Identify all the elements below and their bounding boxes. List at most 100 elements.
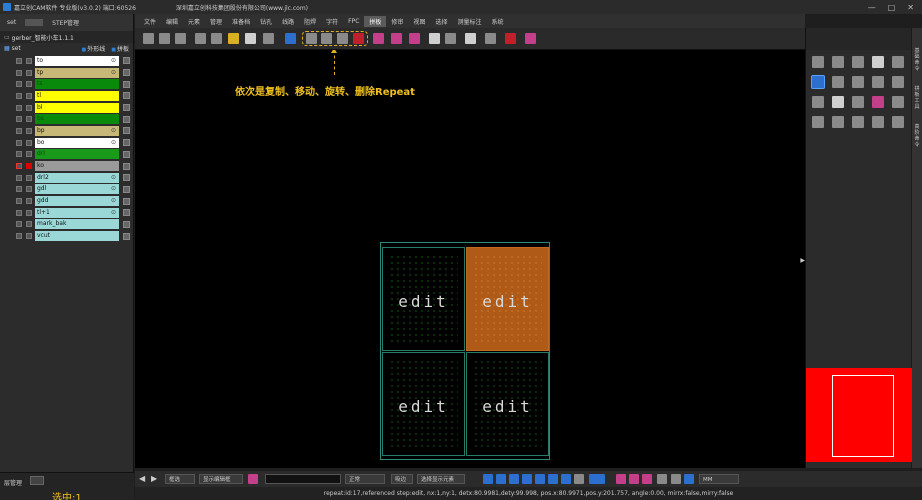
command-input[interactable] [265,474,341,484]
layer-visible-checkbox[interactable] [16,139,22,146]
layer-option-checkbox[interactable] [123,57,130,65]
step-repeat-2-selected[interactable]: edit [466,247,549,351]
layer-name[interactable]: mark_bak [35,219,119,230]
rtool-4-icon[interactable] [872,56,884,68]
snap-select[interactable]: 正常 [345,474,385,484]
copy-repeat-icon[interactable] [306,33,317,44]
layer-name[interactable]: tl [35,90,119,101]
rtool-18-icon[interactable] [852,116,864,128]
layer-name[interactable]: ts [35,79,119,90]
layer-visible-checkbox[interactable] [16,198,22,205]
step-tool-icon[interactable] [285,33,296,44]
delete-repeat-icon[interactable] [353,33,364,44]
layer-manager-box[interactable] [30,476,44,485]
layer-eye-icon[interactable]: ⊙ [111,173,116,183]
layer-affect-checkbox[interactable] [26,186,32,193]
rtool-5-icon[interactable] [892,56,904,68]
prev-arrow-icon[interactable]: ◀ [139,474,145,484]
layer-option-checkbox[interactable] [123,104,130,112]
layer-name[interactable]: ko [35,161,119,172]
layer-option-checkbox[interactable] [123,209,130,217]
layer-row[interactable]: drl [0,149,134,161]
layer-visible-checkbox[interactable] [16,104,22,111]
menu-item[interactable]: 线路 [277,16,299,27]
tab-set[interactable]: set [4,18,19,27]
layer-eye-icon[interactable]: ⊙ [111,196,116,206]
layer-row[interactable]: bp ⊙ [0,125,134,137]
tab-step-manager[interactable]: STEP管理 [49,17,82,28]
layer-option-checkbox[interactable] [123,115,130,123]
layer-eye-icon[interactable]: ⊙ [111,56,116,66]
frame-select-icon[interactable] [248,474,258,484]
menu-item[interactable]: 钻孔 [255,16,277,27]
rtool-3-icon[interactable] [852,56,864,68]
layer-row[interactable]: tl [0,90,134,102]
rtool-2-icon[interactable] [832,56,844,68]
layer-visible-checkbox[interactable] [16,57,22,64]
layer-option-checkbox[interactable] [123,232,130,240]
measure-tool-icon[interactable] [465,33,476,44]
layer-manager-label[interactable]: 层管理 [4,478,22,487]
rtool-9-icon[interactable] [872,76,884,88]
layer-visible-checkbox[interactable] [16,127,22,134]
layer-name[interactable]: bp [35,125,119,136]
menu-item[interactable]: 准备档 [227,16,255,27]
layer-affect-checkbox[interactable] [26,151,32,158]
layer-name[interactable]: drl2 [35,172,119,183]
layer-visible-checkbox[interactable] [16,221,22,228]
menu-item[interactable]: 阻焊 [299,16,321,27]
layer-visible-checkbox[interactable] [16,186,22,193]
layer-option-checkbox[interactable] [123,80,130,88]
draw-pad-icon[interactable] [548,474,558,484]
draw-diag-icon[interactable] [509,474,519,484]
grid-tool-icon[interactable] [195,33,206,44]
snap-edge-button[interactable]: 吸边 [391,474,413,484]
layout-tool-icon[interactable] [263,33,274,44]
layer-row[interactable]: tp ⊙ [0,67,134,79]
next-arrow-icon[interactable]: ▶ [151,474,157,484]
filter-icon[interactable] [574,474,584,484]
layer-affect-checkbox[interactable] [26,116,32,123]
menu-item[interactable]: 元素 [183,16,205,27]
draw-rect-icon[interactable] [522,474,532,484]
layer-row[interactable]: tl+1 ⊙ [0,207,134,219]
layer-option-checkbox[interactable] [123,69,130,77]
layer-affect-checkbox[interactable] [26,92,32,99]
layer-affect-checkbox[interactable] [26,139,32,146]
layer-option-checkbox[interactable] [123,139,130,147]
layer-affect-checkbox[interactable] [26,198,32,205]
frame-tool-icon[interactable] [175,33,186,44]
layer-row[interactable]: ts [0,78,134,90]
outline-checkbox[interactable]: 外形线 [82,44,105,53]
layer-eye-icon[interactable]: ⊙ [111,126,116,136]
step-repeat-3[interactable]: edit [382,352,465,456]
layer-visible-checkbox[interactable] [16,69,22,76]
move-repeat-icon[interactable] [321,33,332,44]
red-tool-icon[interactable] [505,33,516,44]
layer-affect-checkbox[interactable] [26,233,32,240]
layer-eye-icon[interactable]: ⊙ [111,208,116,218]
layer-name[interactable]: gdl [35,184,119,195]
layer-visible-checkbox[interactable] [16,209,22,216]
layer-visible-checkbox[interactable] [16,92,22,99]
pink-tool-4-icon[interactable] [525,33,536,44]
step-repeat-1[interactable]: edit [382,247,465,351]
layer-row[interactable]: gdd ⊙ [0,195,134,207]
pink-tool-1-icon[interactable] [373,33,384,44]
layer-name[interactable]: tl+1 [35,207,119,218]
rtool-19-icon[interactable] [872,116,884,128]
rtool-13-icon[interactable] [852,96,864,108]
pink-tool-2-icon[interactable] [391,33,402,44]
layer-eye-icon[interactable]: ⊙ [111,138,116,148]
layer-affect-checkbox[interactable] [26,221,32,228]
rtool-pointer-icon[interactable] [811,75,825,89]
layer-option-checkbox[interactable] [123,150,130,158]
preview-pane[interactable] [806,368,912,462]
minimize-button[interactable]: — [868,3,876,12]
layer-option-checkbox[interactable] [123,220,130,228]
layer-option-checkbox[interactable] [123,162,130,170]
layer-row[interactable]: to ⊙ [0,55,134,67]
align-tool-icon[interactable] [429,33,440,44]
layer-visible-checkbox[interactable] [16,151,22,158]
layer-option-checkbox[interactable] [123,127,130,135]
